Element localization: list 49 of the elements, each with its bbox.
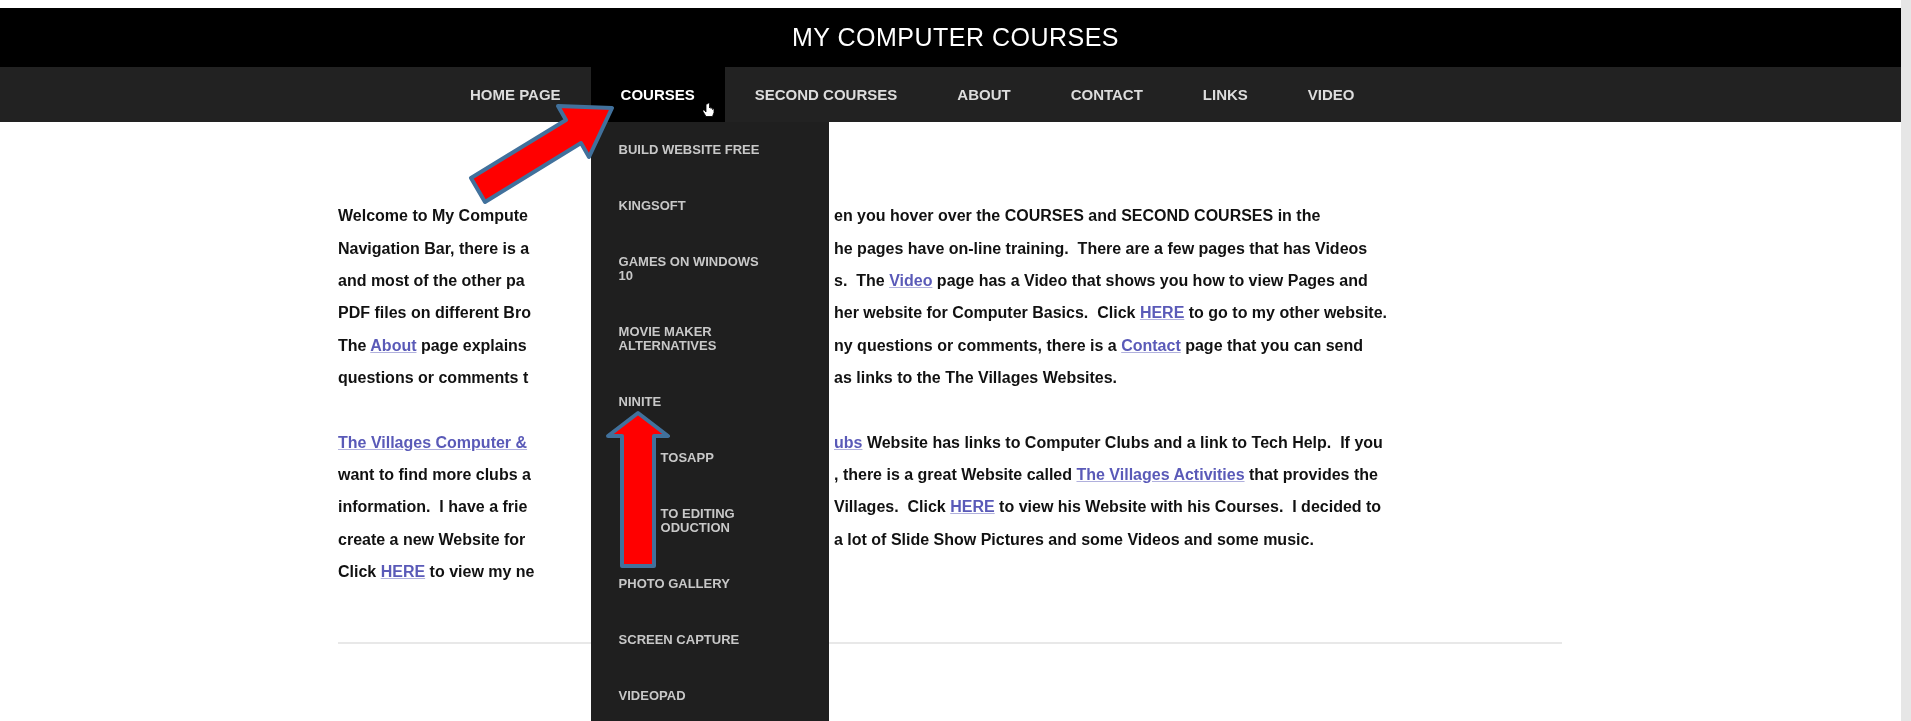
dropdown-item[interactable]: GAMES ON WINDOWS 10 <box>618 255 769 283</box>
paragraph-text: Welcome to My Compute <box>338 207 528 225</box>
text-link[interactable]: ubs <box>834 433 863 451</box>
paragraph-text: s. The Video page has a Video that shows you how to view Pages and <box>834 271 1368 289</box>
nav-link[interactable]: COURSES <box>590 67 725 122</box>
paragraph-text: Navigation Bar, there is a <box>338 239 530 257</box>
hand-cursor-icon <box>702 103 715 119</box>
nav-link[interactable]: VIDEO <box>1277 67 1385 122</box>
dropdown-item[interactable]: SCREEN CAPTURE <box>618 633 740 647</box>
dropdown-item[interactable]: MOVIE MAKER ALTERNATIVES <box>618 325 769 353</box>
dropdown-item[interactable]: TO EDITING ODUCTION <box>660 507 735 535</box>
paragraph-text: Click HERE to view my ne <box>338 563 535 581</box>
dropdown-item[interactable]: VIDEOPAD <box>618 689 686 703</box>
paragraph-text: want to find more clubs a <box>338 465 531 483</box>
paragraph-text: Villages. Click HERE to view his Website with his Courses. I decided to <box>834 498 1382 516</box>
paragraph-text: a lot of Slide Show Pictures and some Videos and some music. <box>834 530 1314 548</box>
text-link[interactable]: Video <box>889 271 933 289</box>
dropdown-item[interactable]: TOSAPP <box>660 451 714 465</box>
nav-link[interactable]: HOME PAGE <box>440 67 591 122</box>
dropdown-item[interactable]: BUILD WEBSITE FREE <box>618 143 760 157</box>
scrollbar[interactable] <box>1901 0 1911 721</box>
nav-link[interactable]: CONTACT <box>1040 67 1173 122</box>
text-link[interactable]: HERE <box>1139 304 1185 322</box>
paragraph-text: her website for Computer Basics. Click HERE to go to my other website. <box>834 304 1387 322</box>
paragraph-text: information. I have a frie <box>338 498 528 516</box>
site-title: MY COMPUTER COURSES <box>791 23 1120 52</box>
paragraph-text: en you hover over the COURSES and SECOND COURSES in the <box>834 207 1321 225</box>
paragraph-text: ny questions or comments, there is a Contact page that you can send <box>834 336 1363 354</box>
paragraph-text: , there is a great Website called The Villages Activities that provides the <box>834 465 1378 483</box>
text-link[interactable]: The Villages Activities <box>1076 465 1245 483</box>
paragraph-text: as links to the The Villages Websites. <box>834 369 1118 387</box>
text-link[interactable]: HERE <box>950 498 995 516</box>
text-link[interactable]: The Villages Computer & <box>338 433 528 451</box>
paragraph-text: The About page explains <box>338 336 527 354</box>
paragraph-text: questions or comments t <box>338 369 529 387</box>
paragraph-text: PDF files on different Bro <box>338 304 531 322</box>
paragraph-text: ubs Website has links to Computer Clubs and a link to Tech Help. If you <box>834 433 1383 451</box>
paragraph-text: and most of the other pa <box>338 271 525 289</box>
nav-link[interactable]: ABOUT <box>927 67 1041 122</box>
dropdown-item[interactable]: PHOTO GALLERY <box>618 577 730 591</box>
nav-link[interactable]: LINKS <box>1172 67 1278 122</box>
nav-link[interactable]: SECOND COURSES <box>724 67 928 122</box>
text-link[interactable]: HERE <box>380 563 426 581</box>
text-link[interactable]: About <box>370 336 417 354</box>
paragraph-text: he pages have on-line training. There are a few pages that has Videos <box>834 239 1368 257</box>
paragraph-text: create a new Website for <box>338 530 526 548</box>
dropdown-item[interactable]: KINGSOFT <box>618 199 686 213</box>
text-link[interactable]: Contact <box>1121 336 1181 354</box>
dropdown-item[interactable]: NINITE <box>618 395 662 409</box>
